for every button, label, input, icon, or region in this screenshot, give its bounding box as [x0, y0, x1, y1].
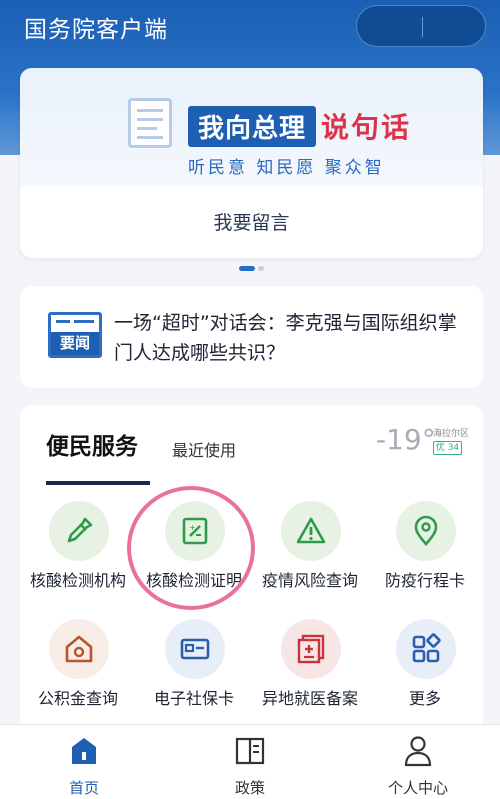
service-more[interactable]: 更多: [367, 619, 483, 723]
service-remote-medical-filing[interactable]: 异地就医备案: [252, 619, 368, 723]
book-icon: [235, 737, 265, 765]
service-nucleic-test-sites[interactable]: 核酸检测机构: [20, 501, 136, 605]
bottom-navigation: 首页 政策 个人中心: [0, 724, 500, 799]
app-title: 国务院客户端: [24, 17, 168, 43]
carousel-dot-active: [239, 266, 255, 271]
services-panel: 便民服务 最近使用 -19° 海拉尔区 优 34 核酸检测机构 + 核酸检测证明…: [20, 405, 483, 735]
id-card-icon: [165, 619, 225, 679]
service-housing-fund[interactable]: 公积金查询: [20, 619, 136, 723]
medical-record-icon: [281, 619, 341, 679]
service-label: 异地就医备案: [261, 689, 358, 708]
home-icon: [72, 738, 96, 764]
banner-subtitle: 听民意 知民愿 聚众智: [188, 158, 385, 178]
air-quality-badge: 优 34: [433, 441, 462, 455]
grid-more-icon: [396, 619, 456, 679]
banner-headline-red: 说句话: [321, 111, 412, 144]
news-icon: 要闻: [48, 312, 102, 358]
carousel-dot: [258, 266, 264, 271]
news-headline[interactable]: 一场“超时”对话会：李克强与国际组织掌门人达成哪些共识？: [114, 308, 464, 368]
service-epidemic-risk-query[interactable]: 疫情风险查询: [252, 501, 368, 605]
capsule-divider: [422, 17, 423, 37]
tab-underline: [46, 481, 150, 485]
nav-policy[interactable]: 政策: [190, 733, 310, 797]
leave-message-button[interactable]: 我要留言: [20, 208, 483, 235]
service-label: 电子社保卡: [153, 689, 234, 708]
headline-news-card[interactable]: 要闻 一场“超时”对话会：李克强与国际组织掌门人达成哪些共识？: [20, 286, 483, 388]
highlight-circle-annotation: [127, 486, 255, 610]
service-label: 核酸检测机构: [29, 571, 126, 590]
service-travel-card[interactable]: 防疫行程卡: [367, 501, 483, 605]
dropper-icon: [49, 501, 109, 561]
warning-icon: [281, 501, 341, 561]
miniprogram-capsule[interactable]: [356, 5, 486, 47]
service-social-security-card[interactable]: 电子社保卡: [136, 619, 252, 723]
house-icon: [49, 619, 109, 679]
tab-recent[interactable]: 最近使用: [172, 437, 236, 461]
service-label: 更多: [408, 689, 441, 708]
services-title[interactable]: 便民服务: [46, 427, 138, 461]
banner-headline-blue: 我向总理: [188, 106, 317, 147]
nav-label: 政策: [234, 779, 265, 797]
service-label: 防疫行程卡: [384, 571, 465, 590]
service-label: 疫情风险查询: [261, 571, 358, 590]
weather-temperature: -19°: [376, 423, 436, 456]
banner-carousel[interactable]: 我向总理 说句话 听民意 知民愿 聚众智 我要留言: [20, 68, 483, 258]
location-pin-icon: [396, 501, 456, 561]
person-icon: [404, 736, 432, 767]
weather-location: 海拉尔区: [433, 429, 470, 439]
service-label: 公积金查询: [37, 689, 118, 708]
nav-profile[interactable]: 个人中心: [358, 733, 478, 797]
document-icon: [128, 98, 172, 148]
nav-label: 首页: [68, 779, 99, 797]
nav-home[interactable]: 首页: [24, 733, 144, 797]
banner-graphic: 我向总理 说句话 听民意 知民愿 聚众智: [20, 68, 483, 186]
nav-label: 个人中心: [387, 779, 448, 797]
news-badge: 要闻: [51, 332, 99, 355]
